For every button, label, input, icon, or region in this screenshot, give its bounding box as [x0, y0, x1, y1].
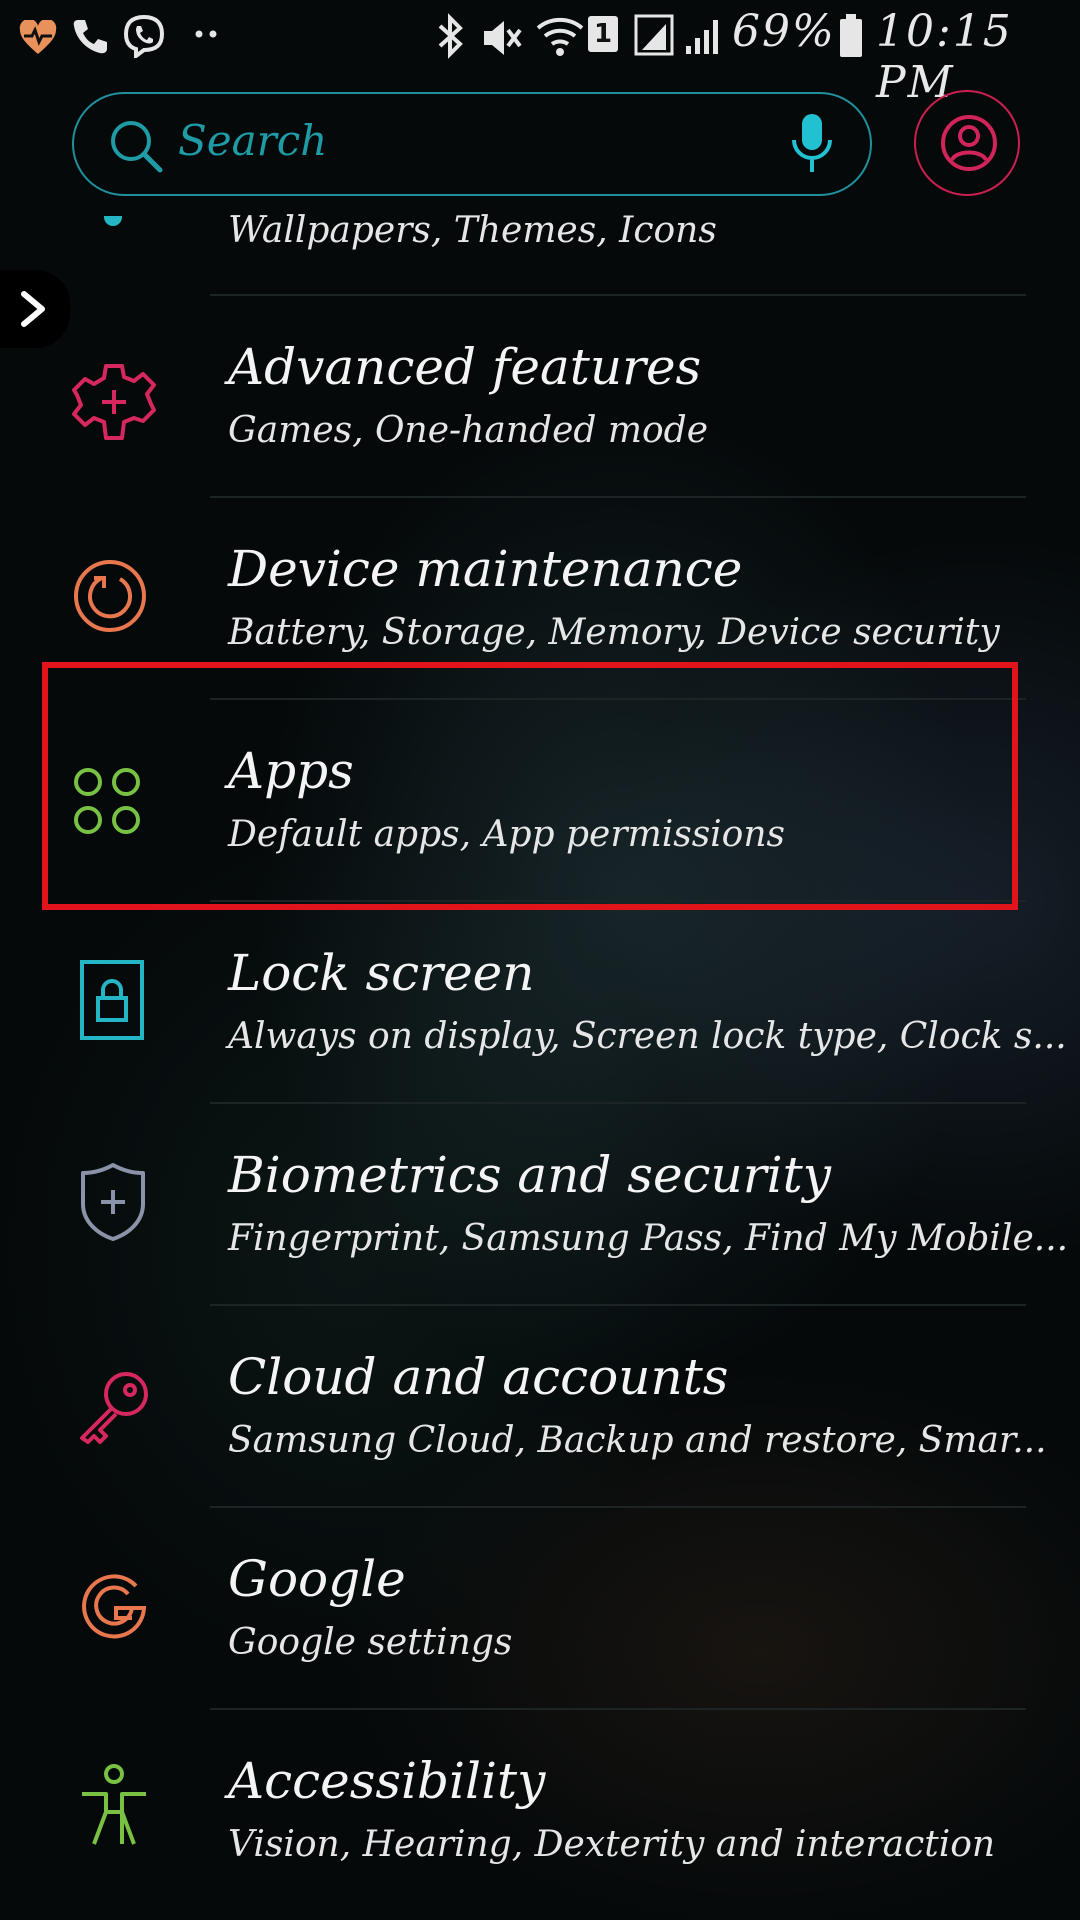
list-item-accessibility[interactable]: Accessibility Vision, Hearing, Dexterity…: [0, 1710, 1080, 1910]
accessibility-icon: [78, 1764, 150, 1852]
list-item-biometrics-security[interactable]: Biometrics and security Fingerprint, Sam…: [0, 1104, 1080, 1304]
list-item-subtitle: Battery, Storage, Memory, Device securit…: [228, 612, 1000, 653]
gear-plus-icon: [72, 360, 156, 448]
signal-sim1-icon: [634, 14, 674, 60]
viber-icon: [122, 14, 166, 62]
phone-call-icon: [70, 16, 110, 60]
profile-button[interactable]: [914, 90, 1020, 196]
apps-highlight-box: [42, 662, 1018, 910]
list-item-google[interactable]: Google Google settings: [0, 1508, 1080, 1708]
status-bar: 1 69% 10:15 PM: [0, 0, 1080, 108]
list-item-title: Google: [228, 1550, 406, 1608]
signal-sim2-icon: [684, 16, 724, 60]
search-input[interactable]: Search: [178, 116, 327, 165]
microphone-icon[interactable]: [790, 112, 834, 182]
health-heart-icon: [18, 18, 58, 60]
list-item-advanced-features[interactable]: Advanced features Games, One-handed mode: [0, 296, 1080, 496]
google-icon: [78, 1570, 150, 1646]
key-icon: [76, 1368, 152, 1448]
shield-plus-icon: [80, 1162, 146, 1246]
list-item-title: Accessibility: [228, 1752, 546, 1810]
list-item-subtitle: Wallpapers, Themes, Icons: [228, 210, 717, 251]
list-item-title: Device maintenance: [228, 540, 743, 598]
list-item-title: Advanced features: [228, 338, 702, 396]
list-item-lock-screen[interactable]: Lock screen Always on display, Screen lo…: [0, 902, 1080, 1102]
sim-slot-badge: 1: [588, 16, 618, 52]
lock-icon: [80, 960, 144, 1044]
list-item-subtitle: Games, One-handed mode: [228, 410, 709, 451]
mute-icon: [480, 16, 522, 64]
list-item-title: Biometrics and security: [228, 1146, 831, 1204]
search-icon: [108, 118, 164, 178]
more-notifications-icon: [194, 26, 218, 46]
list-item-subtitle: Always on display, Screen lock type, Clo…: [228, 1016, 1067, 1057]
list-item-wallpapers-themes[interactable]: Wallpapers, Themes, Icons: [0, 198, 1080, 294]
list-item-subtitle: Google settings: [228, 1622, 513, 1663]
search-bar[interactable]: Search: [72, 92, 872, 196]
battery-percentage: 69%: [732, 6, 836, 57]
bluetooth-icon: [432, 12, 468, 64]
list-item-cloud-accounts[interactable]: Cloud and accounts Samsung Cloud, Backup…: [0, 1306, 1080, 1506]
refresh-circle-icon: [72, 558, 148, 638]
wallpapers-icon: [104, 216, 122, 226]
sim-slot-number: 1: [593, 19, 613, 49]
battery-icon: [838, 14, 864, 62]
profile-icon: [941, 115, 997, 171]
list-item-subtitle: Vision, Hearing, Dexterity and interacti…: [228, 1824, 996, 1865]
wifi-icon: [534, 12, 586, 62]
list-item-title: Cloud and accounts: [228, 1348, 729, 1406]
list-item-subtitle: Fingerprint, Samsung Pass, Find My Mobil…: [228, 1218, 1069, 1259]
list-item-title: Lock screen: [228, 944, 535, 1002]
list-item-subtitle: Samsung Cloud, Backup and restore, Smar.…: [228, 1420, 1047, 1461]
